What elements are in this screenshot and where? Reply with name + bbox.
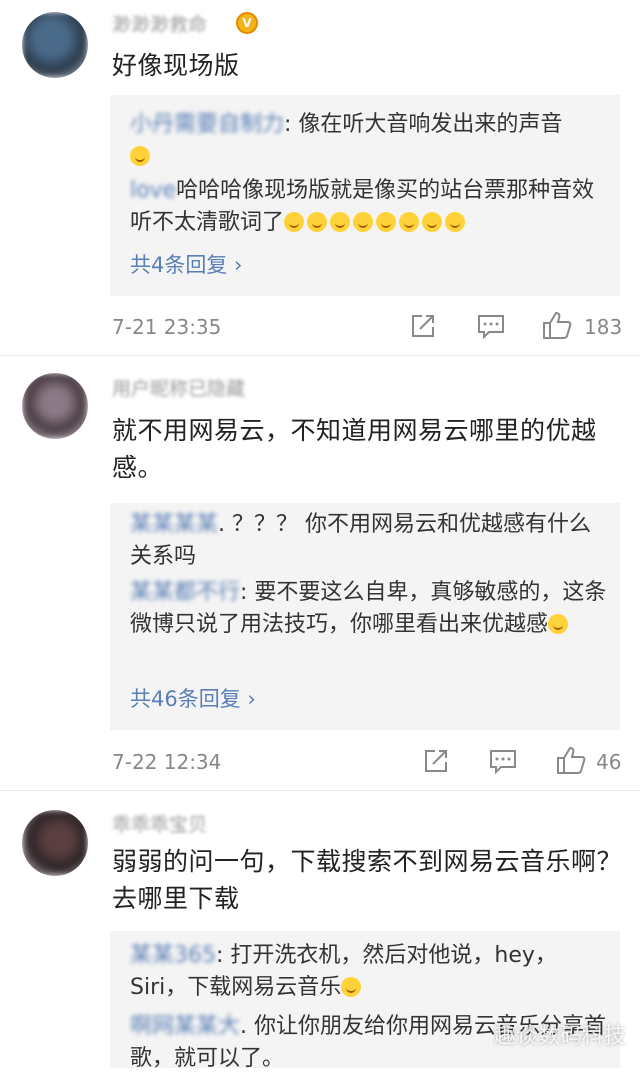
laugh-cry-emoji-icon <box>399 212 420 232</box>
laugh-cry-emoji-icon <box>330 212 351 232</box>
reply-1[interactable]: 小丹需要自制力: 像在听大音响发出来的声音 <box>130 109 610 173</box>
share-icon[interactable] <box>423 748 449 774</box>
comment-icon[interactable] <box>477 313 505 339</box>
reply-box[interactable]: 小丹需要自制力: 像在听大音响发出来的声音 love哈哈哈像现场版就是像买的站台… <box>110 95 620 296</box>
share-icon[interactable] <box>410 313 436 339</box>
avatar[interactable] <box>22 810 88 876</box>
like-count: 46 <box>596 750 622 774</box>
drooling-emoji-icon <box>548 614 569 634</box>
reply-author[interactable]: 某某365 <box>130 943 216 968</box>
laugh-cry-emoji-icon <box>307 212 328 232</box>
like-count: 183 <box>584 315 623 339</box>
reply-box[interactable]: 某某某某. ？？？ 你不用网易云和优越感有什么关系吗 某某都不行: 要不要这么自… <box>110 503 620 730</box>
username[interactable]: 用户昵称已隐藏 <box>112 374 245 401</box>
reply-2[interactable]: 某某都不行: 要不要这么自卑，真够敏感的，这条微博只说了用法技巧，你哪里看出来优… <box>130 577 610 641</box>
laugh-cry-emoji-icon <box>376 212 397 232</box>
like-icon[interactable] <box>542 310 574 340</box>
laugh-cry-emoji-icon <box>445 212 466 232</box>
like-icon[interactable] <box>556 745 588 775</box>
laugh-cry-emoji-icon <box>353 212 374 232</box>
more-replies-link[interactable]: 共46条回复 › <box>130 683 256 713</box>
watermark: 趣谈数码科技 <box>493 1024 626 1049</box>
comment-text: 就不用网易云，不知道用网易云哪里的优越感。 <box>112 416 597 482</box>
reply-author[interactable]: 某某都不行 <box>130 580 240 605</box>
comment-2: 用户昵称已隐藏 就不用网易云，不知道用网易云哪里的优越感。 某某某某. ？？？ … <box>0 356 640 796</box>
username[interactable]: 渺渺渺救命 <box>112 10 207 37</box>
reply-1[interactable]: 某某某某. ？？？ 你不用网易云和优越感有什么关系吗 <box>130 509 610 573</box>
vip-badge-icon: V <box>236 12 258 34</box>
comment-text: 好像现场版 <box>112 51 240 80</box>
timestamp: 7-22 12:34 <box>112 750 222 774</box>
reply-1[interactable]: 某某365: 打开洗衣机，然后对他说，hey，Siri，下载网易云音乐 <box>130 940 610 1004</box>
comment-icon[interactable] <box>489 748 517 774</box>
more-replies-link[interactable]: 共4条回复 › <box>130 249 242 279</box>
comment-1: 渺渺渺救命 V 好像现场版 小丹需要自制力: 像在听大音响发出来的声音 love… <box>0 0 640 360</box>
reply-text: : 像在听大音响发出来的声音 <box>284 112 563 137</box>
laugh-cry-emoji-icon <box>422 212 443 232</box>
laugh-cry-emoji-icon <box>284 212 305 232</box>
laugh-cry-emoji-icon <box>130 146 150 166</box>
reply-author[interactable]: 小丹需要自制力 <box>130 112 284 137</box>
reply-2[interactable]: love哈哈哈像现场版就是像买的站台票那种音效听不太清歌词了 <box>130 175 610 239</box>
reply-author[interactable]: love <box>130 178 176 203</box>
divider <box>0 790 640 791</box>
username[interactable]: 乖乖乖宝贝 <box>112 810 207 837</box>
reply-author[interactable]: 啊网某某大 <box>130 1014 240 1039</box>
avatar[interactable] <box>22 373 88 439</box>
comment-text: 弱弱的问一句，下载搜索不到网易云音乐啊？去哪里下载 <box>112 847 623 913</box>
reply-author[interactable]: 某某某某 <box>130 512 218 537</box>
drooling-emoji-icon <box>341 977 362 997</box>
avatar[interactable] <box>22 12 88 78</box>
timestamp: 7-21 23:35 <box>112 315 222 339</box>
